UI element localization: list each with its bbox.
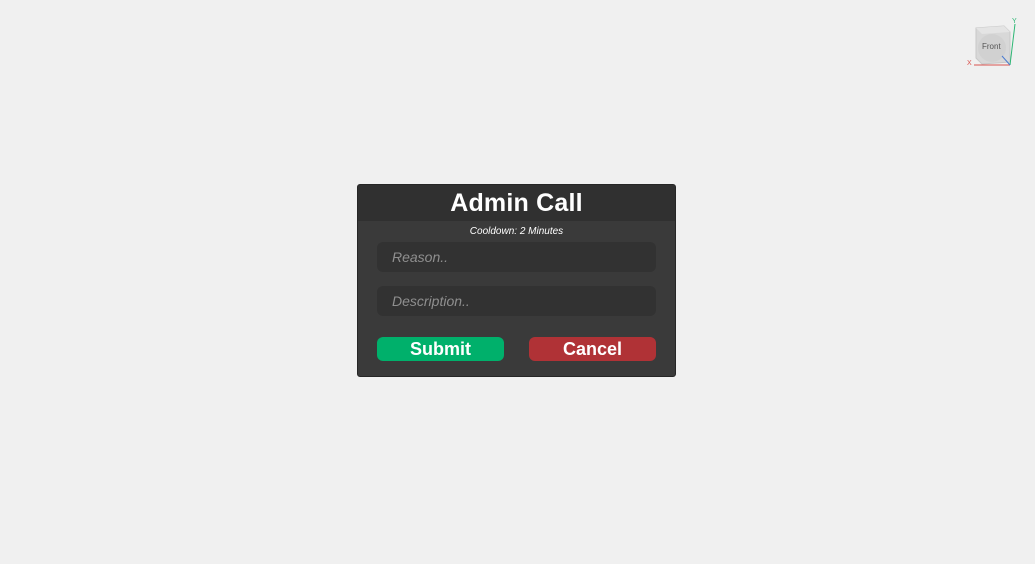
axis-x-label: X	[967, 60, 972, 67]
dialog-header: Admin Call	[358, 185, 675, 221]
viewport: Front X Y Admin Call Cooldown: 2 Minutes…	[0, 0, 1035, 564]
description-input[interactable]	[377, 286, 656, 316]
cooldown-text: Cooldown: 2 Minutes	[469, 226, 564, 237]
submit-button[interactable]: Submit	[377, 337, 504, 361]
view-cube-face-label: Front	[982, 42, 1001, 51]
axis-y-label: Y	[1012, 18, 1017, 25]
view-cube[interactable]: Front X Y	[966, 18, 1020, 72]
reason-input[interactable]	[377, 242, 656, 272]
admin-call-dialog: Admin Call Cooldown: 2 Minutes Submit Ca…	[357, 184, 676, 377]
cancel-button[interactable]: Cancel	[529, 337, 656, 361]
dialog-title: Admin Call	[450, 188, 583, 217]
